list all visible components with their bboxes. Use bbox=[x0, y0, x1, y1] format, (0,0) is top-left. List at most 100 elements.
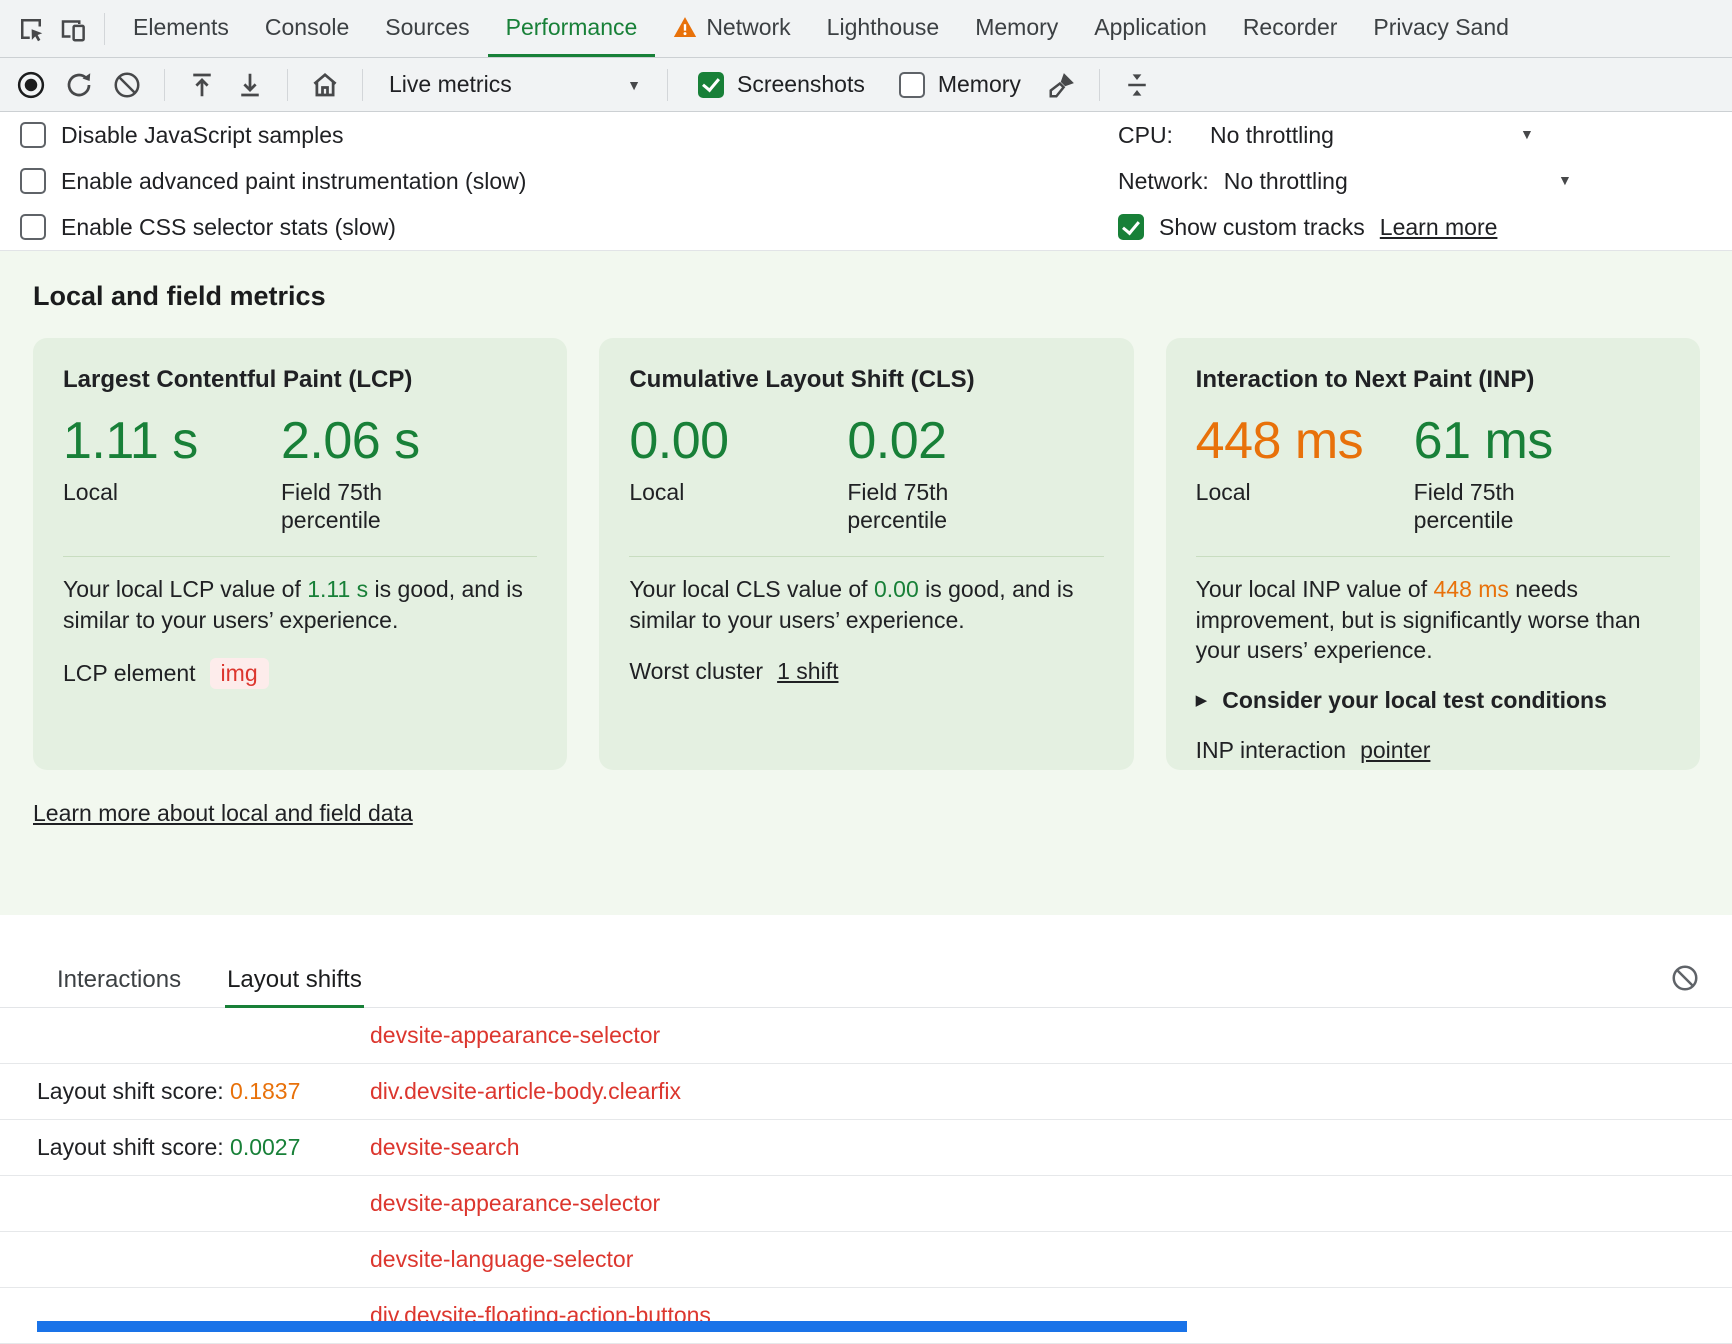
clear-recording-button[interactable] bbox=[106, 64, 148, 106]
tab-elements[interactable]: Elements bbox=[115, 0, 247, 57]
tab-performance[interactable]: Performance bbox=[488, 0, 656, 57]
tab-sources[interactable]: Sources bbox=[367, 0, 487, 57]
network-throttling-select[interactable]: Network: No throttling ▼ bbox=[1118, 158, 1732, 204]
tab-label: Privacy Sand bbox=[1373, 14, 1509, 41]
lcp-field-value: 2.06 s bbox=[281, 414, 431, 469]
divider bbox=[164, 69, 165, 101]
checkbox-unchecked-icon bbox=[20, 214, 46, 240]
cpu-throttling-value: No throttling bbox=[1210, 122, 1334, 149]
advanced-paint-label: Enable advanced paint instrumentation (s… bbox=[61, 168, 526, 195]
reload-record-button[interactable] bbox=[58, 64, 100, 106]
tab-privacy-sand[interactable]: Privacy Sand bbox=[1355, 0, 1527, 57]
disable-js-samples-checkbox[interactable]: Disable JavaScript samples bbox=[20, 112, 1118, 158]
shift-score-value: 0.0027 bbox=[230, 1134, 300, 1160]
tab-label: Memory bbox=[975, 14, 1058, 41]
tab-recorder[interactable]: Recorder bbox=[1225, 0, 1356, 57]
layout-shift-row[interactable]: div.devsite-floating-action-buttons bbox=[0, 1288, 1732, 1344]
shift-score-value: 0.1837 bbox=[230, 1078, 300, 1104]
tab-layout-shifts[interactable]: Layout shifts bbox=[225, 956, 364, 1008]
tab-interactions[interactable]: Interactions bbox=[55, 956, 183, 1008]
capture-settings-left: Disable JavaScript samples Enable advanc… bbox=[0, 112, 1118, 250]
inp-field-value: 61 ms bbox=[1414, 414, 1564, 469]
cpu-label: CPU: bbox=[1118, 122, 1173, 149]
memory-checkbox[interactable]: Memory bbox=[899, 71, 1021, 98]
local-test-conditions-disclosure[interactable]: ▶ Consider your local test conditions bbox=[1196, 687, 1670, 714]
section-title: Local and field metrics bbox=[33, 281, 1700, 312]
inspect-icon[interactable] bbox=[10, 8, 52, 50]
broom-icon[interactable] bbox=[1041, 64, 1083, 106]
cpu-throttling-select[interactable]: CPU: No throttling ▼ bbox=[1118, 112, 1732, 158]
cls-values: 0.00 Local 0.02 Field 75th percentile bbox=[629, 414, 1103, 535]
history-dropdown-value: Live metrics bbox=[389, 71, 512, 98]
divider bbox=[362, 69, 363, 101]
node-link[interactable]: div.devsite-article-body.clearfix bbox=[370, 1078, 681, 1105]
inp-card-title: Interaction to Next Paint (INP) bbox=[1196, 366, 1670, 394]
show-custom-tracks-row: Show custom tracks Learn more bbox=[1118, 204, 1732, 250]
divider bbox=[667, 69, 668, 101]
tab-lighthouse[interactable]: Lighthouse bbox=[809, 0, 958, 57]
collapse-icon[interactable] bbox=[1116, 64, 1158, 106]
checkbox-unchecked-icon bbox=[20, 122, 46, 148]
capture-settings-right: CPU: No throttling ▼ Network: No throttl… bbox=[1118, 112, 1732, 250]
node-link[interactable]: devsite-search bbox=[370, 1134, 520, 1161]
layout-shift-row[interactable]: Layout shift score: 0.1837div.devsite-ar… bbox=[0, 1064, 1732, 1120]
layout-shift-row[interactable]: devsite-appearance-selector bbox=[0, 1008, 1732, 1064]
record-button[interactable] bbox=[10, 64, 52, 106]
local-field-metrics-section: Local and field metrics Largest Contentf… bbox=[0, 251, 1732, 915]
disable-js-samples-label: Disable JavaScript samples bbox=[61, 122, 344, 149]
node-link[interactable]: devsite-appearance-selector bbox=[370, 1190, 660, 1217]
tab-network[interactable]: Network bbox=[655, 0, 808, 57]
css-selector-stats-checkbox[interactable]: Enable CSS selector stats (slow) bbox=[20, 204, 1118, 250]
chevron-down-icon: ▼ bbox=[627, 78, 641, 92]
local-test-conditions-label: Consider your local test conditions bbox=[1222, 687, 1607, 714]
tab-label: Sources bbox=[385, 14, 469, 41]
tab-label: Performance bbox=[506, 14, 638, 41]
layout-shift-row[interactable]: devsite-language-selector bbox=[0, 1232, 1732, 1288]
load-profile-icon[interactable] bbox=[181, 64, 223, 106]
chevron-down-icon: ▼ bbox=[1520, 127, 1534, 141]
inp-footer: INP interaction pointer bbox=[1196, 737, 1670, 764]
network-throttling-value: No throttling bbox=[1224, 168, 1348, 195]
cls-description: Your local CLS value of 0.00 is good, an… bbox=[629, 574, 1103, 635]
home-icon[interactable] bbox=[304, 64, 346, 106]
layout-shift-row[interactable]: Layout shift score: 0.0027devsite-search bbox=[0, 1120, 1732, 1176]
learn-more-field-data-link[interactable]: Learn more about local and field data bbox=[33, 800, 413, 827]
save-profile-icon[interactable] bbox=[229, 64, 271, 106]
network-label: Network: bbox=[1118, 168, 1209, 195]
show-custom-tracks-checkbox[interactable] bbox=[1118, 214, 1144, 240]
lcp-footer: LCP element img bbox=[63, 658, 537, 689]
cls-card: Cumulative Layout Shift (CLS) 0.00 Local… bbox=[599, 338, 1133, 770]
tab-label: Application bbox=[1094, 14, 1207, 41]
history-dropdown[interactable]: Live metrics ▼ bbox=[379, 65, 651, 105]
tab-label: Console bbox=[265, 14, 349, 41]
lcp-element-chip[interactable]: img bbox=[210, 658, 269, 689]
live-metrics-log: Interactions Layout shifts devsite-appea… bbox=[0, 956, 1732, 1344]
layout-shift-row[interactable]: devsite-appearance-selector bbox=[0, 1176, 1732, 1232]
screenshots-checkbox[interactable]: Screenshots bbox=[698, 71, 865, 98]
inp-field-label: Field 75th percentile bbox=[1414, 478, 1564, 536]
worst-cluster-link[interactable]: 1 shift bbox=[777, 658, 838, 685]
checkbox-unchecked-icon bbox=[20, 168, 46, 194]
memory-label: Memory bbox=[938, 71, 1021, 98]
inp-description: Your local INP value of 448 ms needs imp… bbox=[1196, 574, 1670, 666]
clear-log-icon[interactable] bbox=[1664, 957, 1706, 999]
inp-interaction-link[interactable]: pointer bbox=[1360, 737, 1430, 764]
tab-label: Lighthouse bbox=[827, 14, 940, 41]
learn-more-link[interactable]: Learn more bbox=[1380, 214, 1498, 241]
advanced-paint-checkbox[interactable]: Enable advanced paint instrumentation (s… bbox=[20, 158, 1118, 204]
tab-label: Recorder bbox=[1243, 14, 1338, 41]
device-toolbar-icon[interactable] bbox=[52, 8, 94, 50]
capture-settings: Disable JavaScript samples Enable advanc… bbox=[0, 112, 1732, 251]
tab-memory[interactable]: Memory bbox=[957, 0, 1076, 57]
node-link[interactable]: devsite-language-selector bbox=[370, 1246, 633, 1273]
tab-application[interactable]: Application bbox=[1076, 0, 1225, 57]
devtools-tabbar: Elements Console Sources Performance Network… bbox=[0, 0, 1732, 58]
inp-card: Interaction to Next Paint (INP) 448 ms L… bbox=[1166, 338, 1700, 770]
worst-cluster-label: Worst cluster bbox=[629, 658, 763, 685]
css-selector-stats-label: Enable CSS selector stats (slow) bbox=[61, 214, 396, 241]
chevron-down-icon: ▼ bbox=[1558, 173, 1572, 187]
tab-label: Network bbox=[706, 14, 790, 41]
warning-icon bbox=[673, 16, 697, 38]
node-link[interactable]: devsite-appearance-selector bbox=[370, 1022, 660, 1049]
tab-console[interactable]: Console bbox=[247, 0, 367, 57]
